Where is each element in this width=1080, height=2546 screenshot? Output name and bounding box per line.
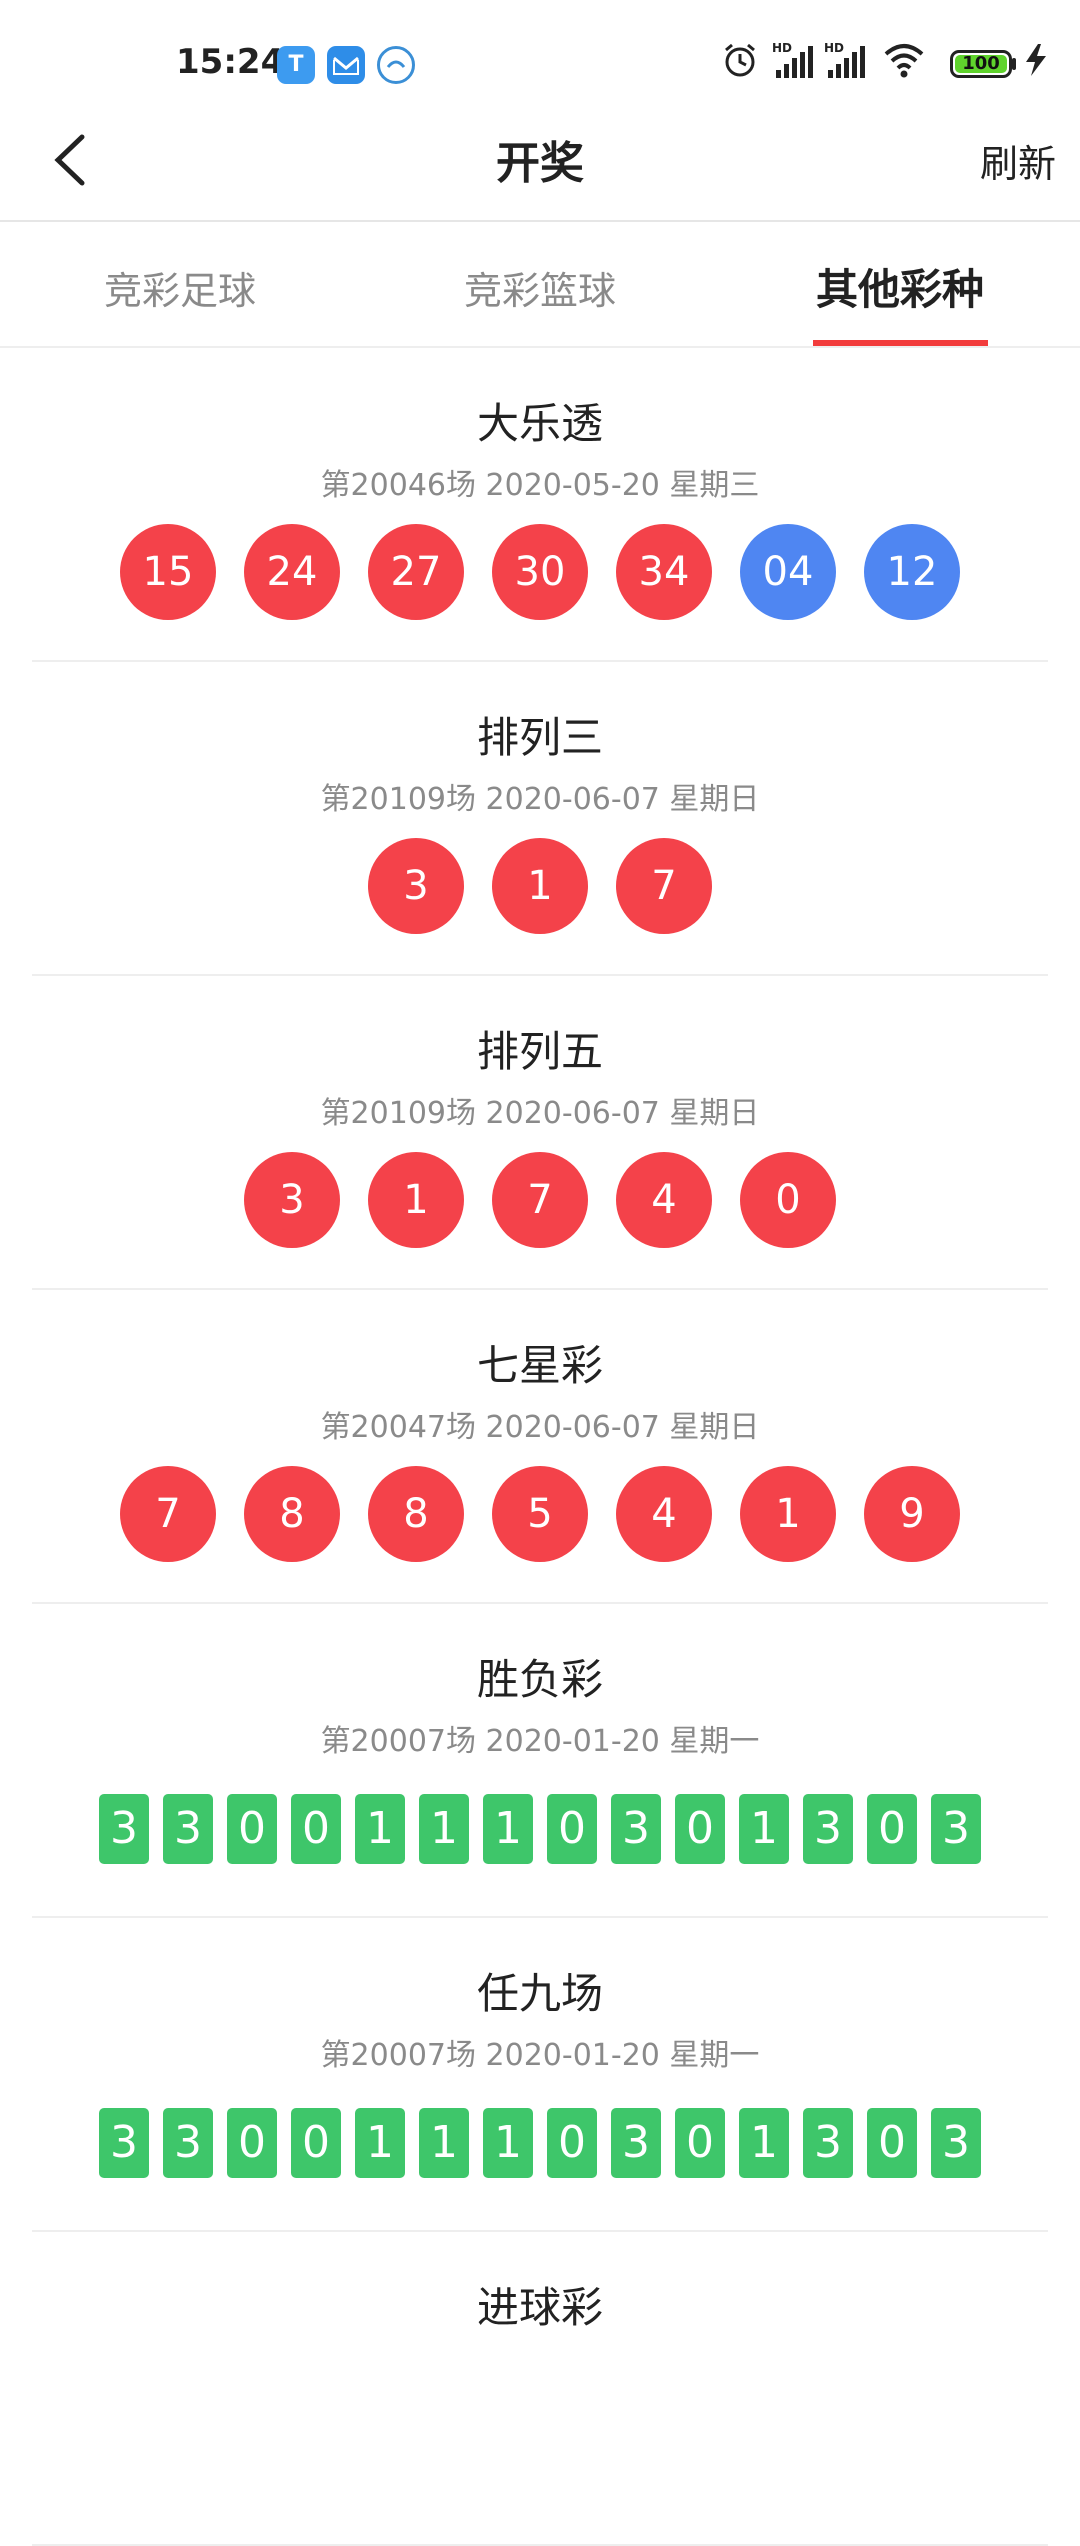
blue-ball: 04 bbox=[740, 524, 836, 620]
result-block: 0 bbox=[291, 2108, 341, 2178]
result-block: 3 bbox=[163, 2108, 213, 2178]
number-balls: 317 bbox=[0, 838, 1080, 934]
result-block: 0 bbox=[547, 2108, 597, 2178]
result-block: 3 bbox=[99, 2108, 149, 2178]
red-ball: 5 bbox=[492, 1466, 588, 1562]
red-ball: 8 bbox=[368, 1466, 464, 1562]
result-block: 3 bbox=[803, 2108, 853, 2178]
result-block: 3 bbox=[99, 1794, 149, 1864]
svg-text:HD: HD bbox=[772, 41, 792, 55]
refresh-button[interactable]: 刷新 bbox=[980, 133, 1056, 188]
red-ball: 34 bbox=[616, 524, 712, 620]
result-block: 1 bbox=[483, 2108, 533, 2178]
result-block: 1 bbox=[355, 1794, 405, 1864]
result-block: 1 bbox=[739, 1794, 789, 1864]
result-block: 3 bbox=[931, 2108, 981, 2178]
result-block: 0 bbox=[227, 1794, 277, 1864]
hd-signal-icon: HD bbox=[772, 41, 813, 78]
lottery-draw-info: 第20109场 2020-06-07 星期日 bbox=[320, 1096, 760, 1131]
red-ball: 7 bbox=[120, 1466, 216, 1562]
hd-signal-icon-2: HD bbox=[824, 41, 865, 78]
red-ball: 30 bbox=[492, 524, 588, 620]
result-block: 3 bbox=[803, 1794, 853, 1864]
red-ball: 1 bbox=[368, 1152, 464, 1248]
result-blocks: 33001110301303 bbox=[0, 2108, 1080, 2178]
lottery-name: 七星彩 bbox=[476, 1341, 603, 1390]
red-ball: 3 bbox=[368, 838, 464, 934]
lottery-item[interactable]: 排列三第20109场 2020-06-07 星期日 3 1 7 bbox=[0, 662, 1080, 976]
svg-text:HD: HD bbox=[824, 41, 844, 55]
lottery-name: 排列三 bbox=[476, 713, 603, 762]
red-ball: 24 bbox=[244, 524, 340, 620]
result-block: 0 bbox=[867, 1794, 917, 1864]
lottery-item[interactable]: 进球彩 bbox=[0, 2232, 1080, 2546]
mail-app-icon bbox=[327, 46, 365, 84]
number-balls: 31740 bbox=[0, 1152, 1080, 1248]
lottery-item[interactable]: 七星彩 第20047场 2020-06-07 星期日 7 8 8 5 4 1 9 bbox=[0, 1290, 1080, 1604]
red-ball: 9 bbox=[864, 1466, 960, 1562]
result-block: 1 bbox=[419, 1794, 469, 1864]
lottery-draw-info: 第20109场 2020-06-07 星期日 bbox=[320, 782, 760, 817]
tab-jingcai-football[interactable]: 竞彩足球 bbox=[30, 260, 330, 315]
number-balls: 15 24 27 30 34 04 12 bbox=[0, 524, 1080, 620]
tab-bar: 竞彩足球 竞彩篮球 其他彩种 bbox=[0, 222, 1080, 346]
result-block: 3 bbox=[931, 1794, 981, 1864]
result-block: 1 bbox=[739, 2108, 789, 2178]
red-ball: 4 bbox=[616, 1152, 712, 1248]
nav-bar: 开奖 刷新 bbox=[0, 105, 1080, 220]
lottery-item[interactable]: 大乐透第20046场 2020-05-20 星期三 15 24 27 30 34 04 12 bbox=[0, 348, 1080, 662]
red-ball: 15 bbox=[120, 524, 216, 620]
lottery-name: 任九场 bbox=[476, 1969, 603, 2018]
number-balls: 7885419 bbox=[0, 1466, 1080, 1562]
battery-icon: 100 bbox=[950, 50, 1012, 78]
alarm-icon bbox=[725, 43, 755, 77]
result-block: 0 bbox=[675, 1794, 725, 1864]
result-block: 0 bbox=[675, 2108, 725, 2178]
red-ball: 3 bbox=[244, 1152, 340, 1248]
result-block: 0 bbox=[867, 2108, 917, 2178]
blue-ball: 12 bbox=[864, 524, 960, 620]
red-ball: 27 bbox=[368, 524, 464, 620]
result-block: 3 bbox=[163, 1794, 213, 1864]
result-blocks: 33001110301303 bbox=[0, 1794, 1080, 1864]
result-block: 0 bbox=[227, 2108, 277, 2178]
t-app-icon: T bbox=[277, 46, 315, 84]
result-block: 0 bbox=[291, 1794, 341, 1864]
lottery-draw-info: 第20007场 2020-01-20 星期一 bbox=[320, 1724, 760, 1759]
lottery-list: 大乐透 第20046场 2020-05-20 星期三 15 24 27 30 34 04 12 排… bbox=[0, 348, 1080, 2546]
result-block: 3 bbox=[611, 2108, 661, 2178]
chat-app-icon bbox=[377, 46, 415, 84]
red-ball: 7 bbox=[616, 838, 712, 934]
status-time: 15:24 bbox=[176, 42, 285, 82]
lottery-draw-info: 第20047场 2020-06-07 星期日 bbox=[320, 1410, 760, 1445]
lottery-item[interactable]: 任九场 第20007场 2020-01-20 星期一 3 3 0 0 1 1 1 0 3 0 1 3 0 3 bbox=[0, 1918, 1080, 2232]
lottery-name: 大乐透 bbox=[476, 399, 603, 448]
tab-jingcai-basketball[interactable]: 竞彩篮球 bbox=[390, 260, 690, 315]
red-ball: 1 bbox=[492, 838, 588, 934]
lottery-name: 排列五 bbox=[476, 1027, 603, 1076]
lottery-draw-info: 第20046场 2020-05-20 星期三 bbox=[320, 468, 760, 503]
red-ball: 1 bbox=[740, 1466, 836, 1562]
result-block: 1 bbox=[483, 1794, 533, 1864]
page-title: 开奖 bbox=[496, 138, 584, 189]
red-ball: 7 bbox=[492, 1152, 588, 1248]
result-block: 1 bbox=[355, 2108, 405, 2178]
battery-level: 100 bbox=[962, 53, 1000, 74]
tab-other-lotteries[interactable]: 其他彩种 bbox=[750, 256, 1050, 317]
red-ball: 4 bbox=[616, 1466, 712, 1562]
wifi-icon bbox=[884, 44, 924, 78]
red-ball: 0 bbox=[740, 1152, 836, 1248]
red-ball: 8 bbox=[244, 1466, 340, 1562]
result-block: 0 bbox=[547, 1794, 597, 1864]
result-block: 3 bbox=[611, 1794, 661, 1864]
lottery-item[interactable]: 排列五第20109场 2020-06-07 星期日 3 1 7 4 0 bbox=[0, 976, 1080, 1290]
lottery-draw-info: 第20007场 2020-01-20 星期一 bbox=[320, 2038, 760, 2073]
lottery-name: 胜负彩 bbox=[476, 1655, 603, 1704]
lottery-item[interactable]: 胜负彩 第20007场 2020-01-20 星期一 3 3 0 0 1 1 1 0 3 0 1 3 0 3 bbox=[0, 1604, 1080, 1918]
result-block: 1 bbox=[419, 2108, 469, 2178]
charging-icon bbox=[1026, 44, 1046, 76]
lottery-name: 进球彩 bbox=[476, 2283, 603, 2332]
